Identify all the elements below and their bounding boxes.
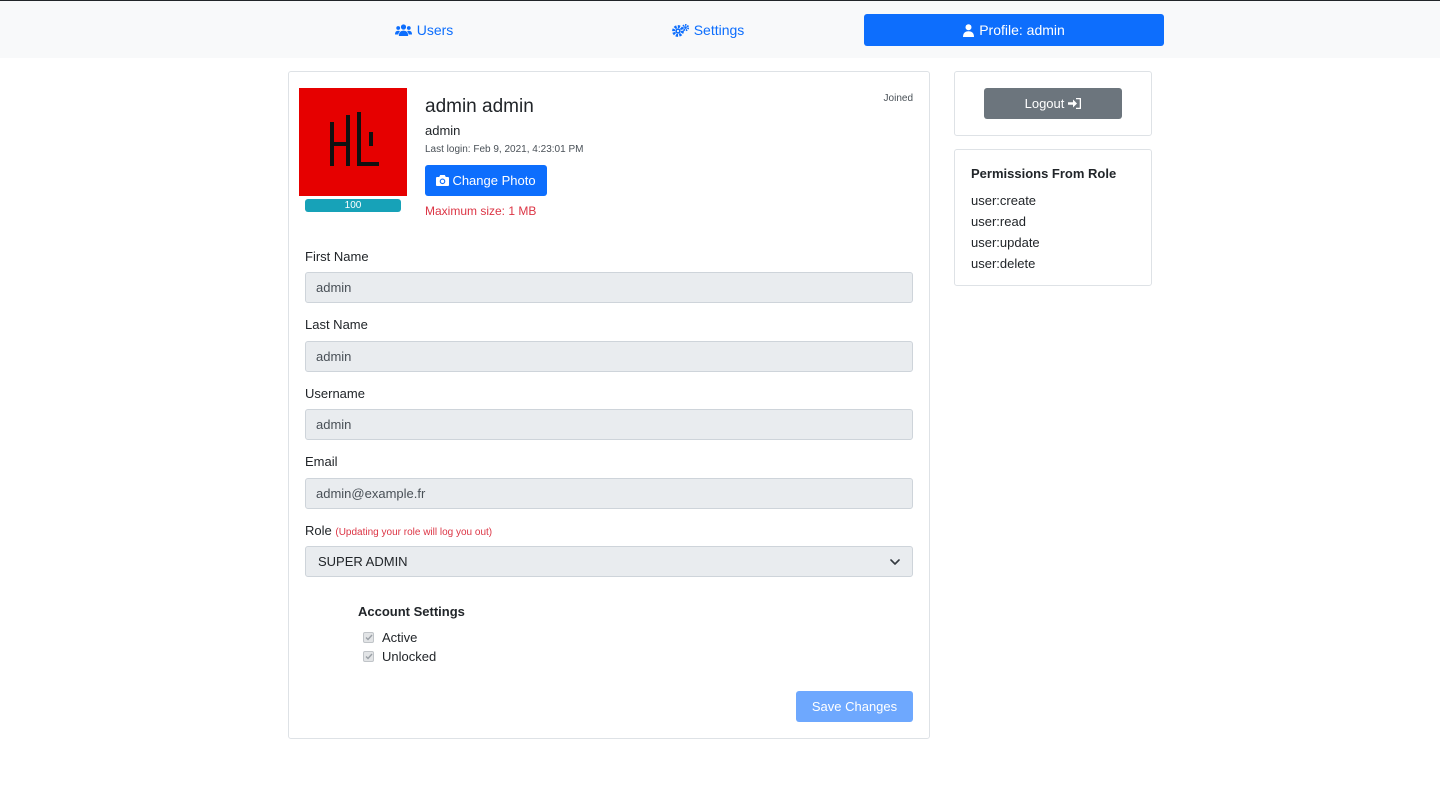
save-changes-button[interactable]: Save Changes [796,691,913,722]
joined-label: Joined [883,93,913,104]
sign-in-icon [1068,98,1082,109]
cogs-icon [671,23,689,37]
username-label: Username [305,386,365,401]
camera-icon [436,175,450,186]
permissions-title: Permissions From Role [971,166,1117,181]
permission-item: user:create [971,193,1037,208]
first-name-value: admin [316,280,352,295]
save-changes-label: Save Changes [811,699,898,714]
last-name-label: Last Name [305,317,368,332]
users-icon [394,24,412,36]
last-login-text: Last login: Feb 9, 2021, 4:23:01 PM [425,144,584,155]
email-field[interactable]: admin@example.fr [305,478,913,509]
unlocked-label: Unlocked [382,649,437,664]
first-name-label: First Name [305,249,369,264]
active-checkbox[interactable] [363,632,374,643]
profile-full-name: admin admin [425,96,534,117]
username-field[interactable]: admin [305,409,913,440]
permissions-card: Permissions From Role user:create user:r… [954,149,1152,286]
avatar[interactable] [299,88,407,196]
logout-button[interactable]: Logout [984,88,1122,119]
unlocked-checkbox[interactable] [363,651,374,662]
nav-users-label: Users [416,22,454,38]
nav-profile[interactable]: Profile: admin [864,14,1164,46]
hl-logo [330,112,379,166]
unlocked-row: Unlocked [363,649,436,664]
last-name-field[interactable]: admin [305,341,913,372]
profile-username: admin [425,123,461,138]
username-value: admin [316,417,352,432]
last-name-value: admin [316,349,352,364]
account-settings-title: Account Settings [358,604,465,619]
profile-card: 100 admin admin admin Last login: Feb 9,… [288,71,930,739]
checkmark-icon [365,653,373,660]
logout-label: Logout [1024,96,1065,111]
nav-settings[interactable]: Settings [572,14,844,46]
user-icon [963,23,975,37]
nav-settings-label: Settings [693,22,745,38]
role-select[interactable]: SUPER ADMIN [305,546,913,577]
logout-card: Logout [954,71,1152,136]
top-navbar: Users Settings Profile: admin [0,0,1440,58]
permission-item: user:delete [971,256,1036,271]
checkmark-icon [365,634,373,641]
upload-progress-fill: 100 [305,199,401,212]
nav-users[interactable]: Users [288,14,560,46]
first-name-field[interactable]: admin [305,272,913,303]
role-value: SUPER ADMIN [318,554,408,569]
active-label: Active [382,630,418,645]
upload-progress-label: 100 [344,200,362,211]
change-photo-button[interactable]: Change Photo [425,165,547,196]
role-warning-note: (Updating your role will log you out) [335,527,493,538]
change-photo-label: Change Photo [452,173,536,188]
permission-item: user:update [971,235,1040,250]
email-label: Email [305,454,338,469]
nav-profile-label: Profile: admin [979,22,1065,38]
email-value: admin@example.fr [316,486,426,501]
role-label: Role [305,523,332,538]
chevron-down-icon [890,558,900,565]
max-size-note: Maximum size: 1 MB [425,204,537,218]
upload-progress-bar: 100 [305,199,401,212]
role-label-row: Role (Updating your role will log you ou… [305,523,492,538]
active-row: Active [363,630,417,645]
permission-item: user:read [971,214,1026,229]
permissions-list: user:create user:read user:update user:d… [971,190,1040,274]
